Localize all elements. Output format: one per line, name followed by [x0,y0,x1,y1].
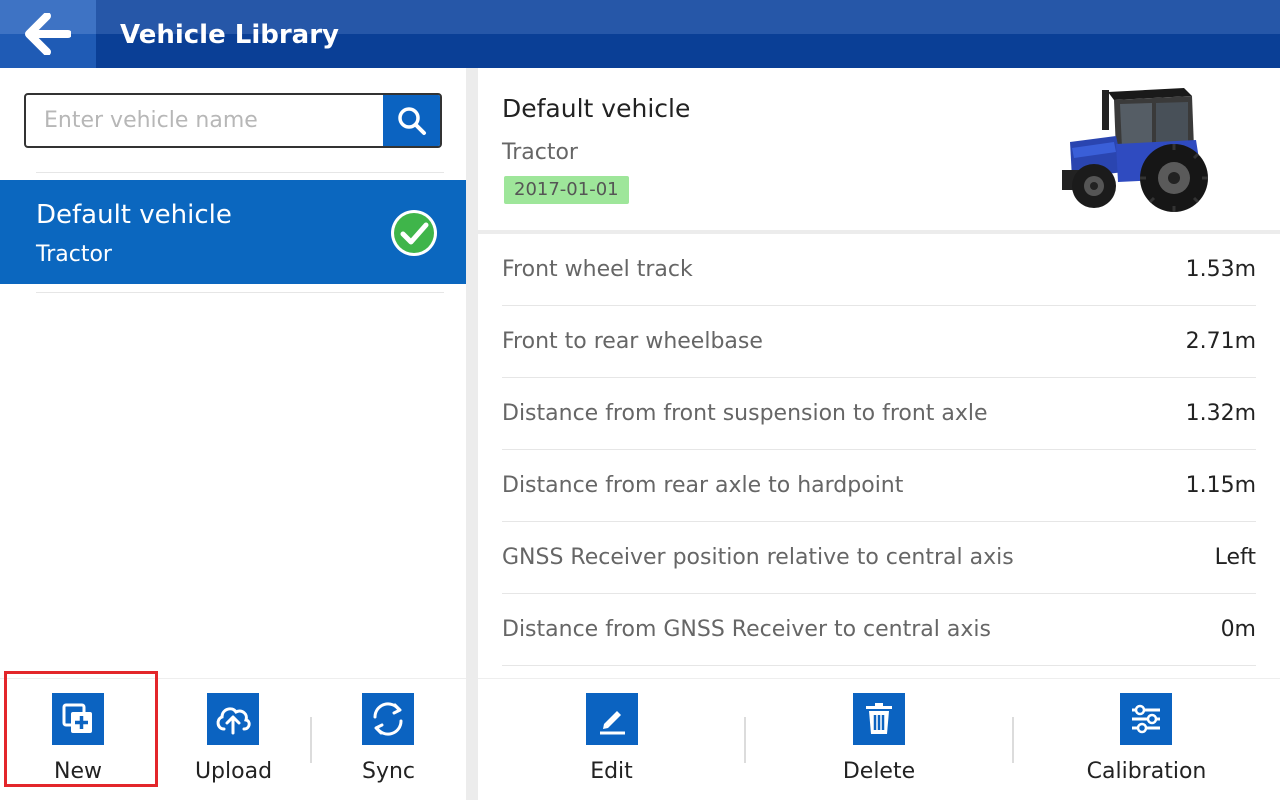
search-box [24,93,442,148]
sync-button[interactable]: Sync [311,679,466,800]
search-button[interactable] [383,95,440,146]
date-badge: 2017-01-01 [504,176,629,204]
detail-toolbar: Edit Delete Calibration [478,678,1280,800]
new-button[interactable]: New [0,679,156,800]
table-row: Distance from GNSS Receiver to central a… [502,594,1256,666]
page-title: Vehicle Library [120,20,339,50]
property-value: 1.53m [1185,257,1256,282]
app-header: Vehicle Library [0,0,1280,68]
sliders-icon [1120,693,1172,745]
trash-icon [853,693,905,745]
property-value: Left [1214,545,1256,570]
sync-icon [362,693,414,745]
table-row: GNSS Receiver position relative to centr… [502,522,1256,594]
property-label: Front wheel track [502,257,693,282]
property-value: 0m [1220,617,1256,642]
back-button[interactable] [0,0,96,68]
search-icon [397,106,426,135]
edit-label: Edit [590,759,633,784]
property-label: Distance from front suspension to front … [502,401,988,426]
list-divider [36,292,444,293]
list-item[interactable]: Default vehicle Tractor [0,180,466,284]
detail-vehicle-type: Tractor [502,140,578,165]
property-label: GNSS Receiver position relative to centr… [502,545,1014,570]
delete-button[interactable]: Delete [745,679,1013,800]
property-label: Front to rear wheelbase [502,329,763,354]
property-label: Distance from GNSS Receiver to central a… [502,617,991,642]
new-label: New [54,759,102,784]
vehicle-detail-header: Default vehicle Tractor 2017-01-01 [478,68,1280,230]
table-row: Distance from rear axle to hardpoint 1.1… [502,450,1256,522]
back-arrow-icon [25,13,71,55]
calibration-label: Calibration [1086,759,1207,784]
vehicle-list-pane: Default vehicle Tractor [0,68,466,678]
calibration-button[interactable]: Calibration [1013,679,1280,800]
edit-button[interactable]: Edit [478,679,745,800]
vehicle-name: Default vehicle [36,200,232,230]
tractor-image [1062,88,1208,212]
new-copy-icon [52,693,104,745]
pane-separator [466,68,478,800]
cloud-upload-icon [207,693,259,745]
property-value: 2.71m [1185,329,1256,354]
property-label: Distance from rear axle to hardpoint [502,473,904,498]
search-input[interactable] [26,95,384,146]
property-value: 1.32m [1185,401,1256,426]
delete-label: Delete [842,759,916,784]
vehicle-type: Tractor [36,242,112,267]
edit-pencil-icon [586,693,638,745]
list-toolbar: New Upload Sync [0,678,466,800]
vehicle-properties-list: Front wheel track 1.53m Front to rear wh… [502,234,1256,666]
detail-vehicle-name: Default vehicle [502,94,691,123]
upload-button[interactable]: Upload [156,679,311,800]
table-row: Front to rear wheelbase 2.71m [502,306,1256,378]
upload-label: Upload [194,759,273,784]
table-row: Front wheel track 1.53m [502,234,1256,306]
check-circle-icon [391,210,437,256]
table-row: Distance from front suspension to front … [502,378,1256,450]
sync-label: Sync [361,759,416,784]
property-value: 1.15m [1185,473,1256,498]
list-divider [36,172,444,173]
